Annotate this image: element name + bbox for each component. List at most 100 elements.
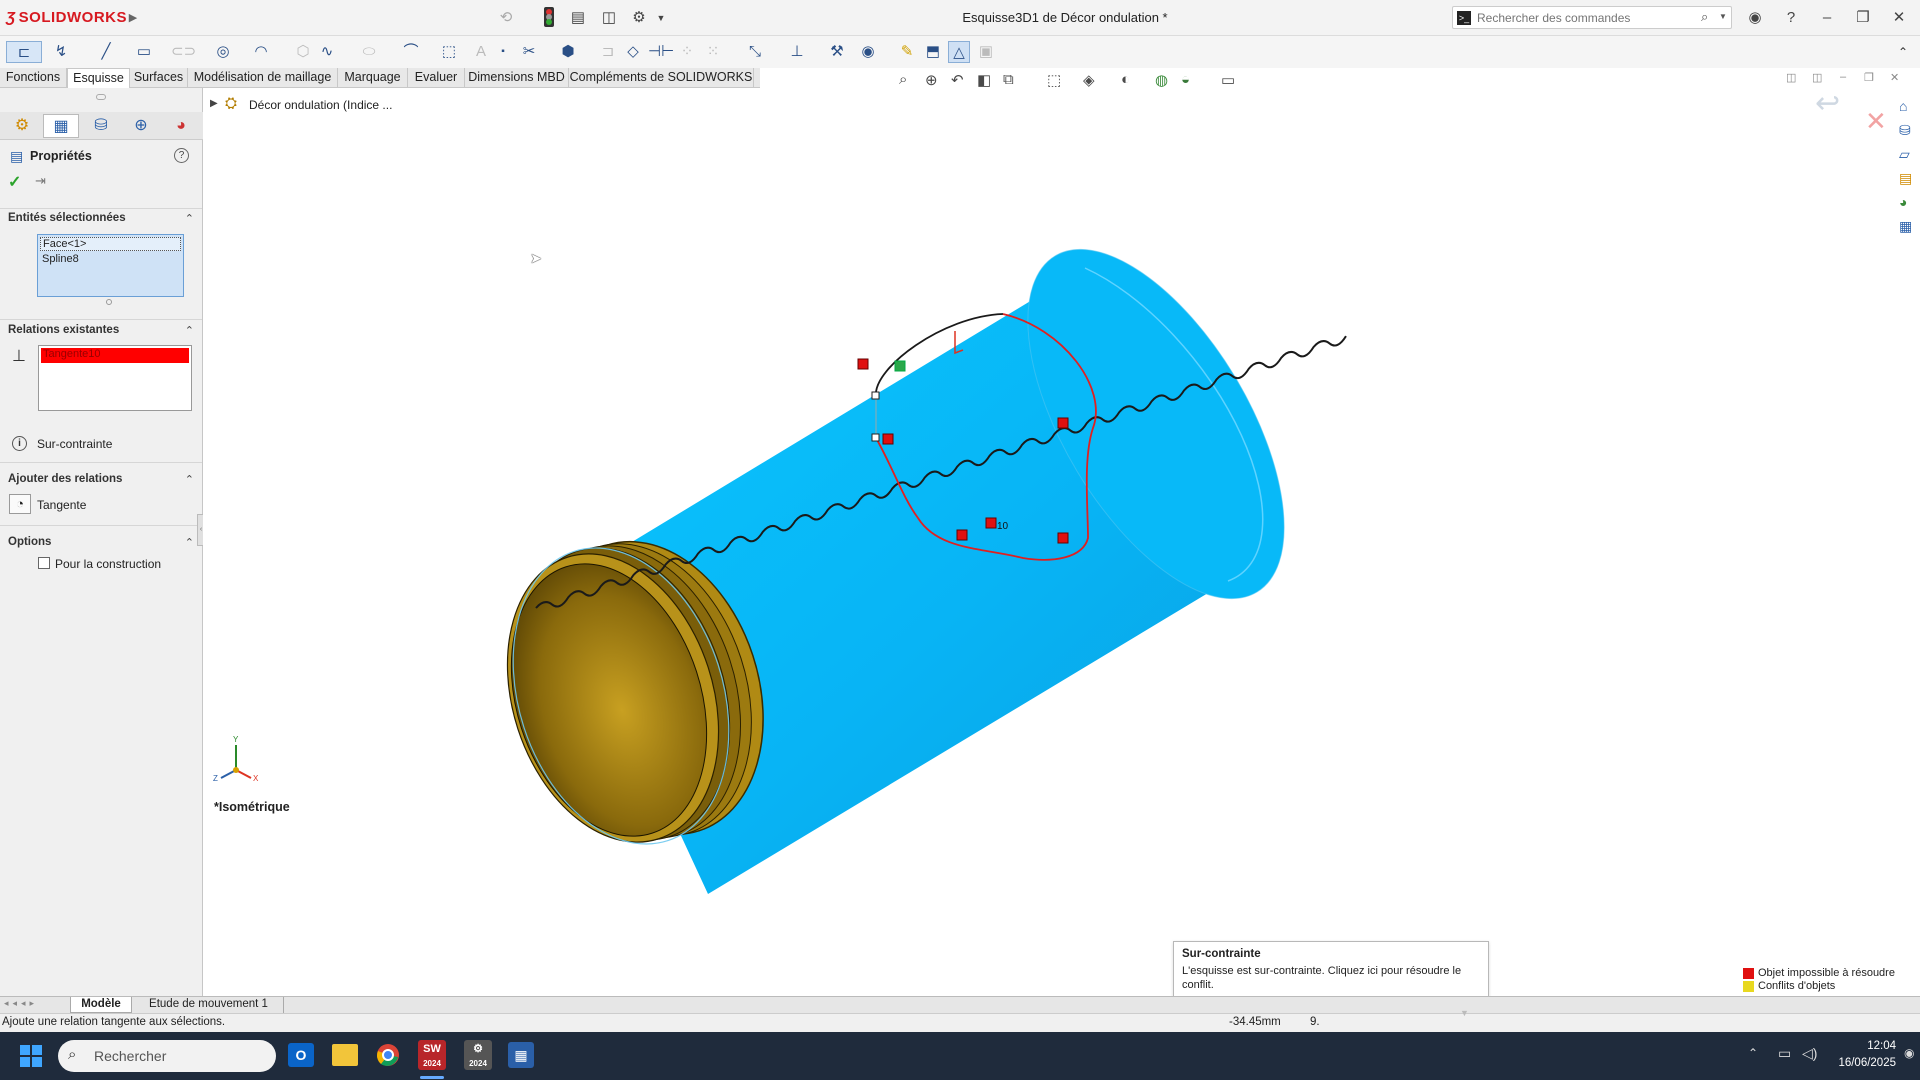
command-search-input[interactable]	[1477, 9, 1697, 26]
move-entities-icon[interactable]: ⤡	[744, 41, 766, 63]
tab-fonctions[interactable]: Fonctions	[0, 68, 67, 88]
display-style-icon[interactable]: ◈	[1083, 71, 1095, 89]
tab-modele[interactable]: Modèle	[70, 997, 132, 1013]
conflict-marker[interactable]	[985, 517, 997, 529]
pin-icon[interactable]: ⇥	[35, 173, 46, 189]
system-tray-chevron-icon[interactable]: ⌃	[1748, 1046, 1758, 1060]
sketch-point[interactable]	[871, 433, 880, 442]
arc-icon[interactable]: ◠	[250, 41, 272, 63]
chevron-down-icon[interactable]: ▼	[1719, 12, 1727, 21]
tangent-icon[interactable]: ◔	[9, 494, 31, 514]
network-icon[interactable]: ▭	[1778, 1045, 1791, 1062]
mirror-entities-icon[interactable]: ⊣⊢	[648, 41, 674, 63]
plane-icon[interactable]: ⬚	[438, 41, 460, 63]
display-delete-relations-icon[interactable]: ⊥	[786, 41, 808, 63]
hide-show-items-icon[interactable]: ◐	[1121, 71, 1130, 88]
command-search[interactable]: >_ ⌕ ▼	[1452, 6, 1732, 29]
taskbar-search[interactable]: ⌕ Rechercher	[58, 1040, 276, 1072]
restore-icon[interactable]: ❐	[1852, 7, 1874, 29]
collapse-ribbon-icon[interactable]: ⌃	[1892, 41, 1914, 63]
sketch-icon[interactable]: ⊏	[6, 41, 42, 63]
chrome-app-icon[interactable]	[376, 1043, 400, 1067]
model-3d-view[interactable]: 10 Y X Z	[203, 88, 1920, 996]
collapse-icon[interactable]: ⌃	[185, 473, 194, 486]
viewport-tile-left-icon[interactable]: ◫	[1786, 71, 1796, 84]
point-icon[interactable]: ▪	[492, 41, 514, 63]
list-item[interactable]: Spline8	[40, 253, 181, 267]
viewport-close-icon[interactable]: ✕	[1890, 71, 1899, 84]
offset-surface-icon[interactable]: ◇	[622, 41, 644, 63]
convert-entities-icon[interactable]: ⬢	[557, 41, 579, 63]
apply-scene-icon[interactable]: ◒	[1181, 71, 1190, 88]
tab-esquisse[interactable]: Esquisse	[67, 68, 130, 88]
conflict-marker[interactable]	[956, 529, 968, 541]
volume-icon[interactable]: ◁)	[1802, 1045, 1817, 1062]
tab-scroll-arrows-icon[interactable]: ◂◂◂▸	[4, 998, 38, 1009]
relation-marker[interactable]	[894, 360, 906, 372]
tab-complements[interactable]: Compléments de SOLIDWORKS	[569, 68, 754, 88]
panel-drag-handle[interactable]	[96, 94, 106, 100]
solidworks-tool-app-icon[interactable]: ⚙ 2024	[464, 1040, 492, 1070]
overdefined-tooltip[interactable]: Sur-contrainte L'esquisse est sur-contra…	[1173, 941, 1489, 999]
notification-icon[interactable]: ◉	[1904, 1046, 1914, 1060]
existing-relations-header[interactable]: Relations existantes	[8, 324, 119, 336]
quick-snaps-icon[interactable]: ◉	[857, 41, 879, 63]
construction-checkbox[interactable]	[38, 557, 50, 569]
minimize-icon[interactable]: –	[1816, 7, 1838, 29]
options-header[interactable]: Options	[8, 536, 51, 548]
dimxpert-tab-icon[interactable]: ⊕	[123, 114, 159, 138]
line-icon[interactable]: ╱	[95, 41, 117, 63]
circle-icon[interactable]: ◎	[212, 41, 234, 63]
conflict-marker[interactable]	[882, 433, 894, 445]
edit-appearance-icon[interactable]: ◍	[1155, 71, 1168, 89]
ok-check-icon[interactable]: ✓	[8, 172, 21, 192]
existing-relations-list[interactable]: Tangente10	[38, 345, 192, 411]
factory-app-icon[interactable]: ▦	[508, 1042, 534, 1068]
selected-entities-header[interactable]: Entités sélectionnées	[8, 212, 126, 224]
tab-etude-mouvement[interactable]: Etude de mouvement 1	[134, 997, 284, 1013]
zoom-to-fit-icon[interactable]: ⌕	[899, 71, 907, 88]
smart-dimension-icon[interactable]: ↯	[50, 41, 72, 63]
resize-handle[interactable]	[106, 299, 112, 305]
instant2d-icon[interactable]: ✎	[896, 41, 918, 63]
collapse-icon[interactable]: ⌃	[185, 212, 194, 225]
collapse-icon[interactable]: ⌃	[185, 536, 194, 549]
tab-dimensions-mbd[interactable]: Dimensions MBD	[465, 68, 569, 88]
trim-entities-icon[interactable]: ✂	[518, 41, 540, 63]
list-item[interactable]: Face<1>	[40, 237, 181, 251]
display-manager-tab-icon[interactable]: ◕	[163, 114, 199, 138]
configuration-manager-tab-icon[interactable]: ⛁	[83, 114, 119, 138]
conflict-marker[interactable]	[857, 358, 869, 370]
search-icon[interactable]: ⌕	[1701, 9, 1708, 25]
property-manager-tab-icon[interactable]: ▦	[43, 114, 79, 138]
selected-entities-list[interactable]: Face<1> Spline8	[37, 234, 184, 297]
help-icon[interactable]: ?	[174, 148, 189, 163]
spline-icon[interactable]: ∿	[316, 41, 338, 63]
add-relation-tangent[interactable]: Tangente	[37, 498, 86, 512]
user-account-icon[interactable]: ◉	[1744, 7, 1766, 29]
conflict-marker[interactable]	[1057, 532, 1069, 544]
viewport-minimize-icon[interactable]: –	[1840, 71, 1846, 83]
taskbar-time[interactable]: 12:04	[1832, 1040, 1896, 1052]
close-icon[interactable]: ✕	[1888, 7, 1910, 29]
rectangle-icon[interactable]: ▭	[133, 41, 155, 63]
dynamic-annotation-icon[interactable]: ⧉	[1003, 71, 1014, 88]
repair-sketch-icon[interactable]: ⚒	[826, 41, 848, 63]
graphics-area[interactable]: ▶ ⛭ Décor ondulation (Indice ... ⌕ ⊕ ↶ ◧…	[203, 71, 1920, 999]
add-relations-header[interactable]: Ajouter des relations	[8, 473, 122, 485]
section-view-icon[interactable]: ◧	[977, 71, 991, 89]
view-settings-icon[interactable]: ▭	[1221, 71, 1235, 89]
tab-marquage[interactable]: Marquage	[338, 68, 408, 88]
taskbar-date[interactable]: 16/06/2025	[1832, 1057, 1896, 1069]
view-orientation-icon[interactable]: ⬚	[1047, 71, 1061, 89]
previous-view-icon[interactable]: ↶	[951, 71, 964, 89]
tab-surfaces[interactable]: Surfaces	[130, 68, 188, 88]
outlook-app-icon[interactable]: O	[288, 1043, 314, 1067]
tab-modelisation-maillage[interactable]: Modélisation de maillage	[188, 68, 338, 88]
sketch-3d-icon[interactable]: △	[948, 41, 970, 63]
tab-evaluer[interactable]: Evaluer	[408, 68, 465, 88]
shaded-sketch-contours-icon[interactable]: ⬒	[922, 41, 944, 63]
fillet-icon[interactable]: ⌒	[400, 41, 422, 63]
windows-start-icon[interactable]	[20, 1045, 42, 1067]
sketch-point[interactable]	[871, 391, 880, 400]
